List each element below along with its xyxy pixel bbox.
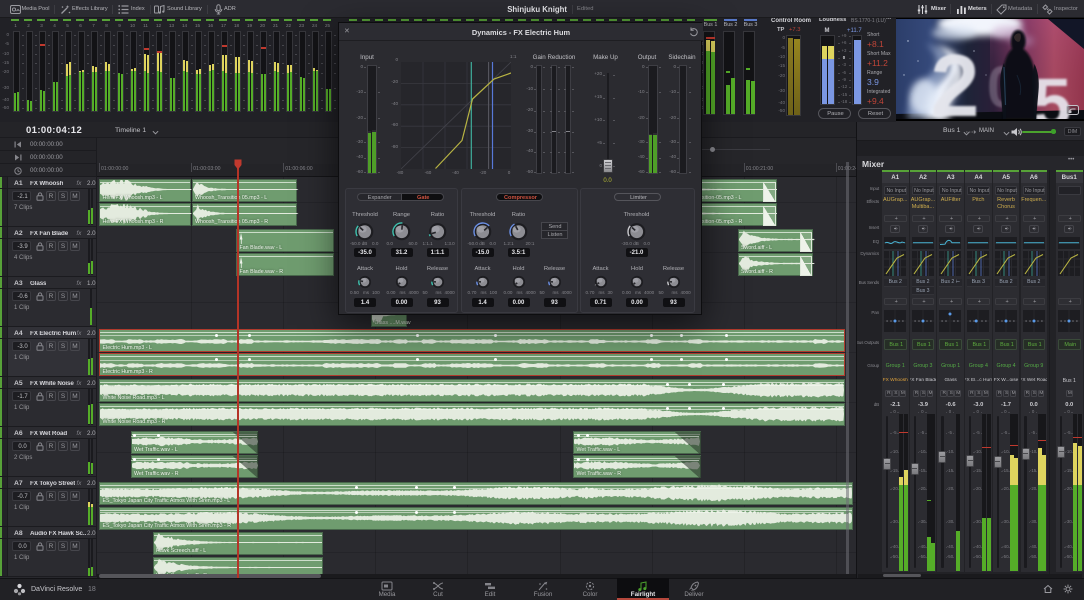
svg-text:2: 2 xyxy=(931,36,980,119)
